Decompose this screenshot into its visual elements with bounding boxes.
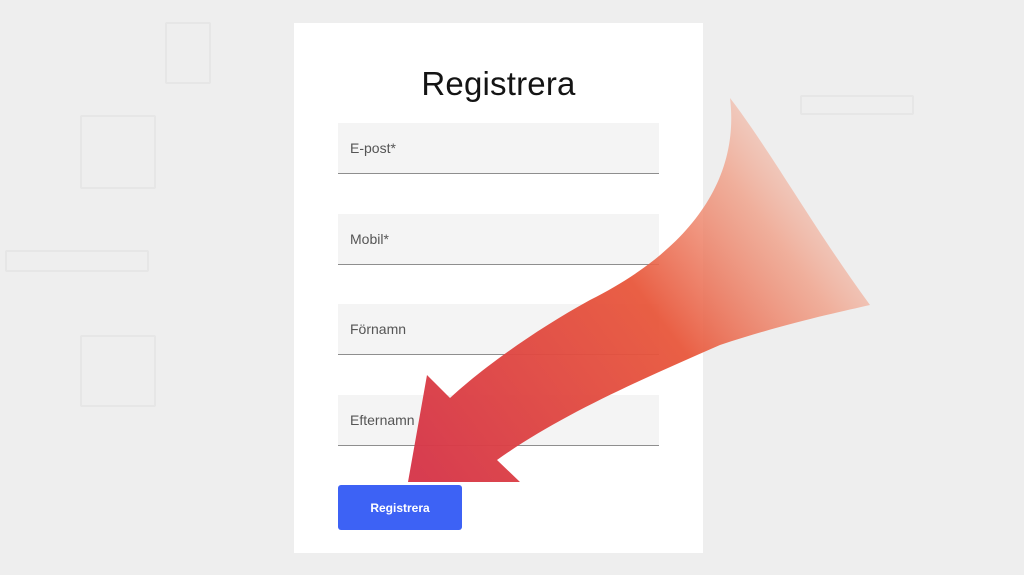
register-button[interactable]: Registrera: [338, 485, 462, 530]
registration-card: Registrera Registrera: [294, 23, 703, 553]
mobile-field-container: [338, 214, 659, 265]
background-ghost-element: [800, 95, 914, 115]
email-field-container: [338, 123, 659, 174]
first-name-field-container: [338, 304, 659, 355]
last-name-field[interactable]: [338, 395, 659, 445]
last-name-field-container: [338, 395, 659, 446]
background-ghost-element: [80, 335, 156, 407]
email-field[interactable]: [338, 123, 659, 173]
mobile-field[interactable]: [338, 214, 659, 264]
page-title: Registrera: [421, 65, 576, 102]
background-ghost-element: [5, 250, 149, 272]
background-ghost-element: [80, 115, 156, 189]
first-name-field[interactable]: [338, 304, 659, 354]
background-ghost-element: [165, 22, 211, 84]
